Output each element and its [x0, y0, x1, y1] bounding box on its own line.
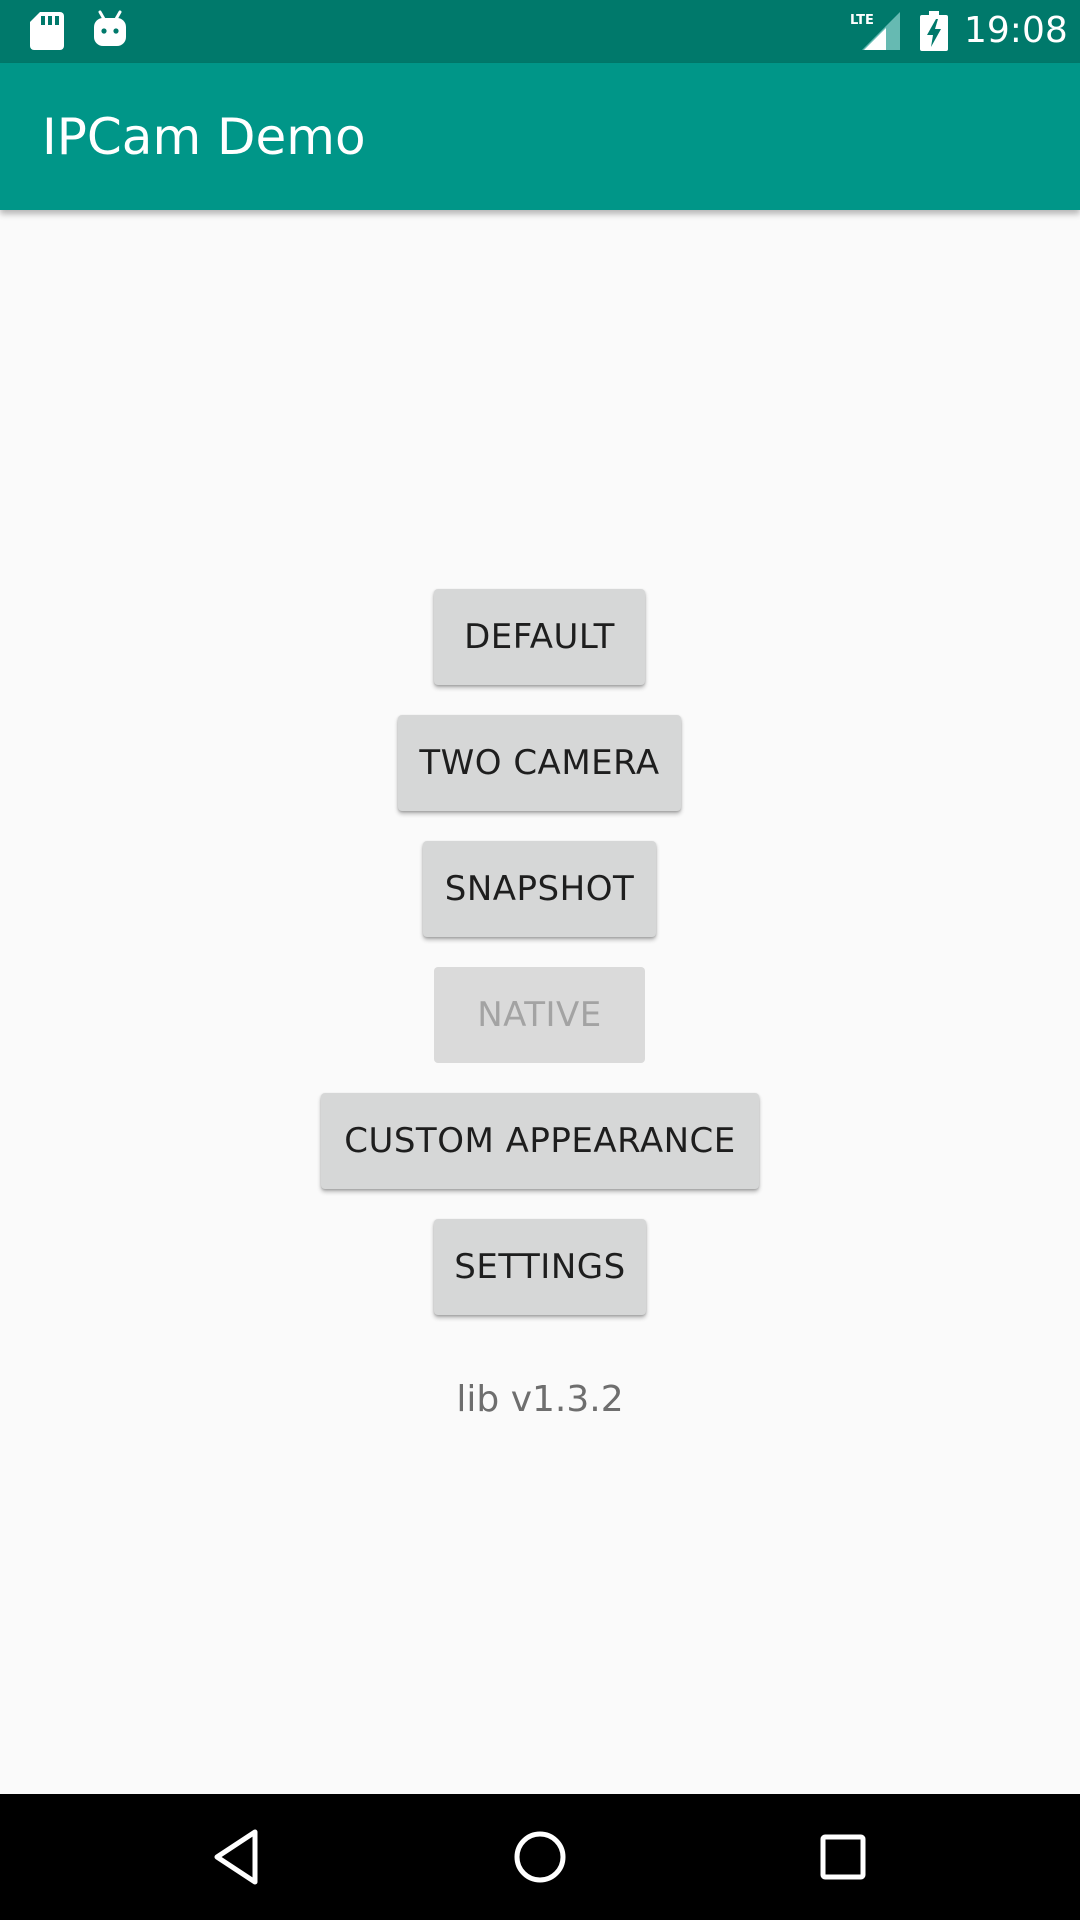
sd-card-icon: [30, 12, 64, 50]
settings-button[interactable]: SETTINGS: [434, 1219, 646, 1315]
recents-icon[interactable]: [810, 1824, 876, 1890]
battery-charging-icon: [920, 11, 948, 51]
screen: LTE 19:08 IPCam Demo DEFAULT TWO CAMERA …: [0, 0, 1080, 1920]
main-content: DEFAULT TWO CAMERA SNAPSHOT NATIVE CUSTO…: [0, 210, 1080, 1794]
navigation-bar: [0, 1794, 1080, 1920]
snapshot-button[interactable]: SNAPSHOT: [423, 841, 656, 937]
two-camera-button[interactable]: TWO CAMERA: [398, 715, 681, 811]
lte-label: LTE: [850, 13, 874, 28]
custom-appearance-button[interactable]: CUSTOM APPEARANCE: [321, 1093, 759, 1189]
native-button: NATIVE: [434, 967, 645, 1063]
back-icon[interactable]: [205, 1824, 271, 1890]
android-icon: [94, 10, 126, 46]
lib-version: lib v1.3.2: [456, 1379, 624, 1420]
status-bar: LTE 19:08: [0, 0, 1080, 63]
default-button[interactable]: DEFAULT: [434, 589, 645, 685]
lte-signal-icon: LTE: [850, 12, 900, 50]
app-title: IPCam Demo: [42, 108, 366, 166]
home-icon[interactable]: [507, 1824, 573, 1890]
status-time: 19:08: [964, 10, 1068, 51]
app-bar: IPCam Demo: [0, 63, 1080, 210]
